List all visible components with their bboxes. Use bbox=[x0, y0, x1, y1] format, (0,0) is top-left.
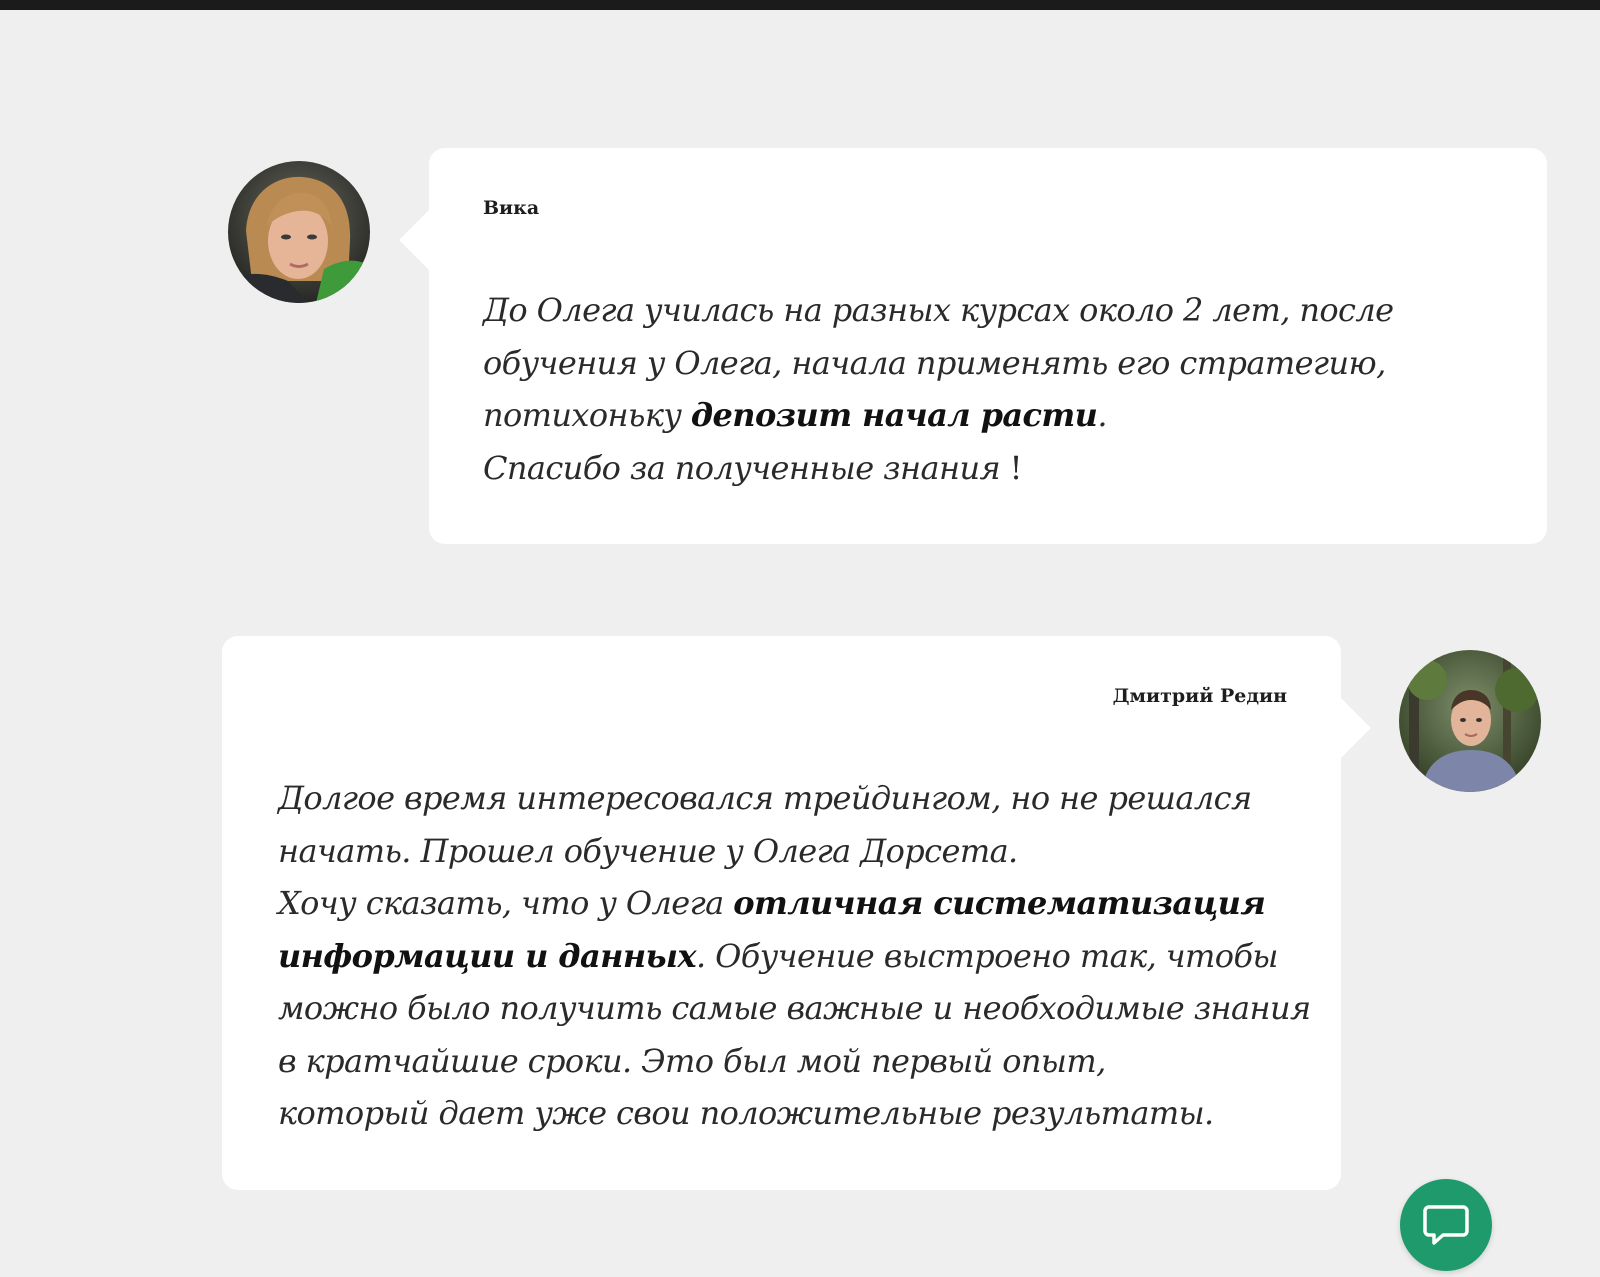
chat-widget-button[interactable] bbox=[1400, 1179, 1492, 1271]
review-line: Спасибо за полученные знания ! bbox=[483, 442, 1493, 495]
review-author: Вика bbox=[483, 197, 540, 219]
review-line: Долгое время интересовался трейдингом, н… bbox=[278, 779, 1252, 817]
review-line: До Олега училась на разных курсах около … bbox=[483, 291, 1394, 329]
review-fragment: Спасибо за полученные знания bbox=[483, 448, 1001, 487]
review-author: Дмитрий Редин bbox=[1112, 685, 1287, 707]
review-line: обучения у Олега, начала применять его с… bbox=[483, 343, 1386, 382]
review-text: До Олега училась на разных курсах около … bbox=[483, 284, 1493, 494]
avatar-dmitry bbox=[1399, 650, 1541, 792]
review-card-vika: Вика До Олега училась на разных курсах о… bbox=[429, 148, 1547, 544]
review-fragment: . bbox=[1097, 396, 1107, 434]
review-line: потихоньку депозит начал расти. bbox=[483, 389, 1493, 442]
review-line: Хочу сказать, что у Олега отличная систе… bbox=[278, 877, 1287, 930]
avatar-vika bbox=[228, 161, 370, 303]
review-fragment: . Обучение выстроено так, чтобы bbox=[696, 936, 1278, 975]
review-line: можно было получить самые важные и необх… bbox=[278, 989, 1311, 1027]
review-line: начать. Прошел обучение у Олега Дорсета. bbox=[278, 831, 1018, 870]
top-bar bbox=[0, 0, 1600, 10]
review-card-dmitry: Дмитрий Редин Долгое время интересовался… bbox=[222, 636, 1341, 1190]
review-highlight: информации и данных bbox=[278, 936, 697, 975]
review-fragment: Хочу сказать, что у Олега bbox=[278, 884, 734, 922]
review-line: в кратчайшие сроки. Это был мой первый о… bbox=[278, 1041, 1106, 1080]
photo-woman-icon bbox=[228, 161, 370, 303]
review-text: Долгое время интересовался трейдингом, н… bbox=[278, 772, 1311, 1140]
review-highlight: отличная систематизация bbox=[733, 884, 1266, 922]
review-line: который дает уже свои положительные резу… bbox=[278, 1094, 1214, 1132]
chat-bubble-icon bbox=[1423, 1205, 1469, 1245]
review-highlight: депозит начал расти bbox=[690, 396, 1098, 434]
review-fragment: потихоньку bbox=[483, 396, 691, 434]
photo-man-icon bbox=[1399, 650, 1541, 792]
review-fragment: ! bbox=[1000, 448, 1023, 487]
review-line: информации и данных. Обучение выстроено … bbox=[278, 930, 1287, 983]
